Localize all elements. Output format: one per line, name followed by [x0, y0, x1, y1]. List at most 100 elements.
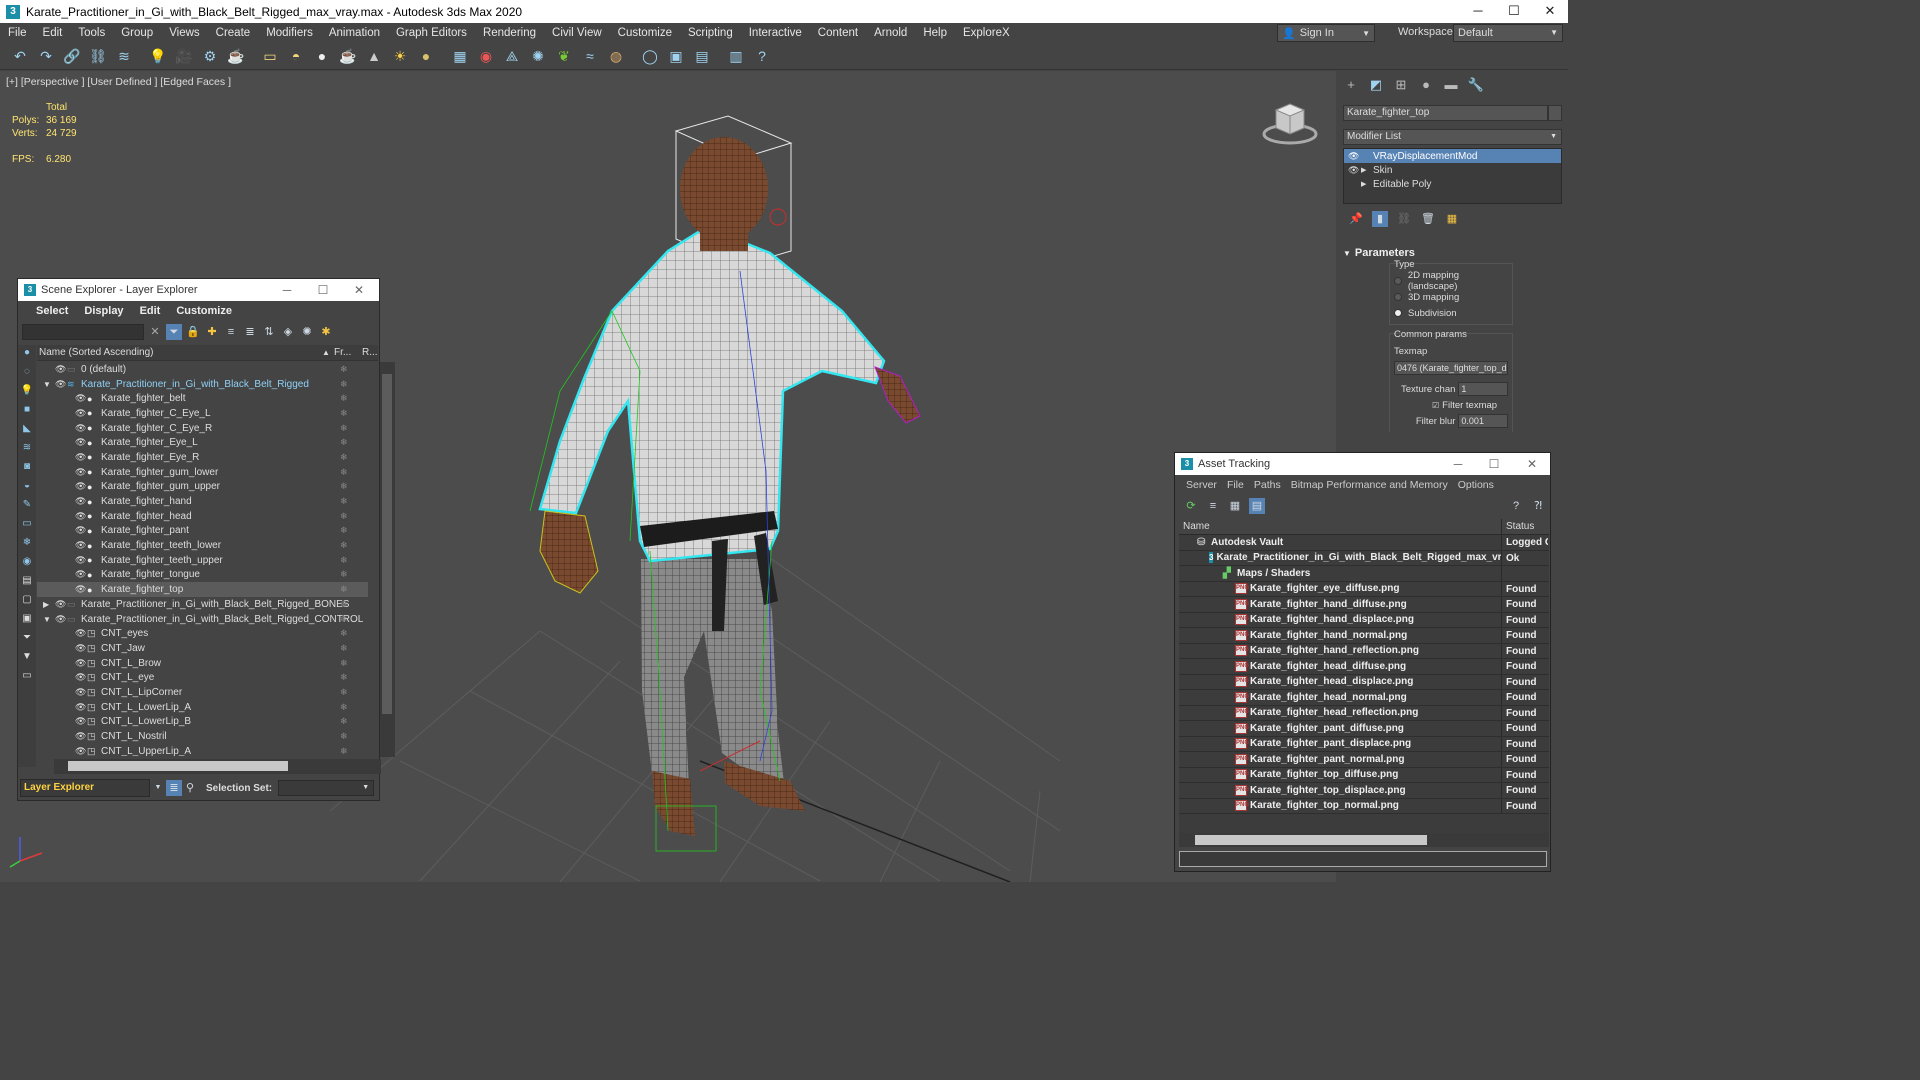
modifier-stack-item[interactable]: 👁 VRayDisplacementMod — [1344, 149, 1561, 163]
utilities-tab-icon[interactable]: 🔧 — [1467, 77, 1485, 95]
close-button[interactable]: ✕ — [1532, 0, 1568, 23]
object-color-swatch[interactable] — [1548, 105, 1562, 121]
add-to-layer-icon[interactable]: ≡ — [223, 324, 239, 340]
freeze-toggle-icon[interactable]: ❄ — [340, 569, 348, 580]
collapse-icon[interactable]: ▼ — [43, 615, 55, 624]
xref-filter-icon[interactable]: ◒ — [20, 480, 34, 497]
menu-explorex[interactable]: ExploreX — [955, 27, 1018, 39]
freeze-toggle-icon[interactable]: ❄ — [340, 423, 348, 434]
render-setup-icon[interactable]: ⚙ — [198, 44, 222, 68]
object-row[interactable]: 👁 ● Karate_fighter_teeth_lower ❄ — [37, 538, 368, 553]
geometry-filter-icon[interactable]: ● — [20, 347, 34, 364]
menu-modifiers[interactable]: Modifiers — [258, 27, 321, 39]
object-row[interactable]: 👁 ● Karate_fighter_gum_lower ❄ — [37, 465, 368, 480]
asset-row[interactable]: PNG Karate_fighter_head_normal.png Found — [1179, 690, 1549, 706]
visibility-eye-icon[interactable]: 👁 — [75, 511, 87, 522]
close-button[interactable]: ✕ — [341, 279, 377, 301]
freeze-toggle-icon[interactable]: ❄ — [340, 731, 348, 742]
menu-help[interactable]: Help — [915, 27, 955, 39]
asset-row[interactable]: PNG Karate_fighter_eye_diffuse.png Found — [1179, 581, 1549, 597]
lock-icon[interactable]: 🔒 — [185, 324, 201, 340]
refresh-icon[interactable]: ⟳ — [1183, 498, 1199, 514]
column-render-header[interactable]: R... — [362, 347, 378, 358]
at-menu-file[interactable]: File — [1222, 479, 1249, 491]
at-menu-paths[interactable]: Paths — [1249, 479, 1286, 491]
freeze-toggle-icon[interactable]: ❄ — [340, 393, 348, 404]
filter-texmap-checkbox[interactable]: ☑ — [1432, 401, 1439, 410]
type-radio-option[interactable]: 2D mapping (landscape) — [1394, 270, 1508, 292]
asset-row[interactable]: PNG Karate_fighter_pant_diffuse.png Found — [1179, 721, 1549, 737]
freeze-toggle-icon[interactable]: ❄ — [340, 481, 348, 492]
freeze-toggle-icon[interactable]: ❄ — [340, 716, 348, 727]
maximize-button[interactable]: ☐ — [1496, 0, 1532, 23]
clear-search-icon[interactable]: ✕ — [147, 324, 163, 340]
menu-civil-view[interactable]: Civil View — [544, 27, 610, 39]
sign-in-dropdown[interactable]: 👤 Sign In ▼ — [1277, 24, 1375, 42]
object-row[interactable]: 👁 ● Karate_fighter_Eye_R ❄ — [37, 450, 368, 465]
menu-tools[interactable]: Tools — [70, 27, 113, 39]
hair-icon[interactable]: ≈ — [578, 44, 602, 68]
name-column-header[interactable]: Name — [1179, 519, 1502, 534]
visibility-eye-icon[interactable]: 👁 — [75, 643, 87, 654]
modify-tab-icon[interactable]: ◩ — [1367, 77, 1385, 95]
create-tab-icon[interactable]: + — [1342, 77, 1360, 95]
layers-icon[interactable]: ≣ — [242, 324, 258, 340]
object-row[interactable]: 👁 ● Karate_fighter_C_Eye_L ❄ — [37, 406, 368, 421]
visibility-eye-icon[interactable]: 👁 — [75, 569, 87, 580]
expand-icon[interactable]: ▶ — [1361, 166, 1373, 174]
hierarchy-tab-icon[interactable]: ⊞ — [1392, 77, 1410, 95]
asset-row[interactable]: ⛁ Autodesk Vault Logged C — [1179, 535, 1549, 551]
asset-row[interactable]: PNG Karate_fighter_head_diffuse.png Found — [1179, 659, 1549, 675]
menu-arnold[interactable]: Arnold — [866, 27, 915, 39]
invert-icon[interactable]: ▣ — [20, 613, 34, 630]
object-row[interactable]: 👁 ◳ CNT_L_LipCorner ❄ — [37, 685, 368, 700]
render-icon[interactable]: ☕ — [224, 44, 248, 68]
visibility-eye-icon[interactable]: 👁 — [55, 364, 67, 375]
minimize-button[interactable]: ─ — [1440, 453, 1476, 475]
object-row[interactable]: 👁 ◳ CNT_L_LowerLip_B ❄ — [37, 715, 368, 730]
layer-row[interactable]: ▼ 👁 ≋ Karate_Practitioner_in_Gi_with_Black_… — [37, 377, 368, 392]
object-row[interactable]: 👁 ◳ CNT_L_Brow ❄ — [37, 656, 368, 671]
layout-icon[interactable]: ▥ — [724, 44, 748, 68]
visibility-eye-icon[interactable]: 👁 — [75, 467, 87, 478]
helper-filter-icon[interactable]: ◣ — [20, 423, 34, 440]
object-row[interactable]: 👁 ● Karate_fighter_C_Eye_R ❄ — [37, 421, 368, 436]
asset-path-field[interactable] — [1179, 851, 1547, 867]
freeze-toggle-icon[interactable]: ❄ — [340, 379, 348, 390]
texture-icon[interactable]: ◍ — [604, 44, 628, 68]
visibility-eye-icon[interactable]: 👁 — [55, 614, 67, 625]
help-icon[interactable]: ? — [1508, 498, 1524, 514]
status-column-header[interactable]: Status — [1502, 519, 1534, 534]
pin-stack-icon[interactable]: 📌 — [1348, 211, 1364, 227]
select-link-icon[interactable]: 🔗 — [60, 44, 84, 68]
display-none-icon[interactable]: ▢ — [20, 594, 34, 611]
filter-active-icon[interactable]: ▼ — [20, 651, 34, 668]
visibility-eye-icon[interactable]: 👁 — [75, 731, 87, 742]
plant-icon[interactable]: ❦ — [552, 44, 576, 68]
asset-tracking-titlebar[interactable]: 3 Asset Tracking ─ ☐ ✕ — [1175, 453, 1550, 475]
asset-row[interactable]: ▞ Maps / Shaders — [1179, 566, 1549, 582]
gear-icon[interactable]: ✺ — [526, 44, 550, 68]
table-view-icon[interactable]: ▤ — [1249, 498, 1265, 514]
menu-interactive[interactable]: Interactive — [741, 27, 810, 39]
visibility-eye-icon[interactable]: 👁 — [75, 702, 87, 713]
freeze-toggle-icon[interactable]: ❄ — [340, 584, 348, 595]
menu-file[interactable]: File — [0, 27, 35, 39]
layer-row[interactable]: ▼ 👁 ▭ Karate_Practitioner_in_Gi_with_Black_… — [37, 612, 368, 627]
chevron-down-icon[interactable]: ▼ — [150, 780, 166, 796]
help-icon[interactable]: ? — [750, 44, 774, 68]
visibility-eye-icon[interactable]: 👁 — [55, 379, 67, 390]
visibility-eye-icon[interactable]: 👁 — [75, 716, 87, 727]
freeze-toggle-icon[interactable]: ❄ — [340, 496, 348, 507]
asset-row[interactable]: PNG Karate_fighter_pant_normal.png Found — [1179, 752, 1549, 768]
remove-modifier-icon[interactable]: 🗑 — [1420, 211, 1436, 227]
menu-graph-editors[interactable]: Graph Editors — [388, 27, 475, 39]
menu-views[interactable]: Views — [161, 27, 207, 39]
context-help-icon[interactable]: ⁈ — [1530, 498, 1546, 514]
expand-icon[interactable]: ▶ — [1361, 180, 1373, 188]
asset-row[interactable]: PNG Karate_fighter_head_displace.png Found — [1179, 674, 1549, 690]
object-row[interactable]: 👁 ● Karate_fighter_teeth_upper ❄ — [37, 553, 368, 568]
menu-animation[interactable]: Animation — [321, 27, 388, 39]
maximize-button[interactable]: ☐ — [1476, 453, 1512, 475]
visibility-eye-icon[interactable]: 👁 — [75, 628, 87, 639]
